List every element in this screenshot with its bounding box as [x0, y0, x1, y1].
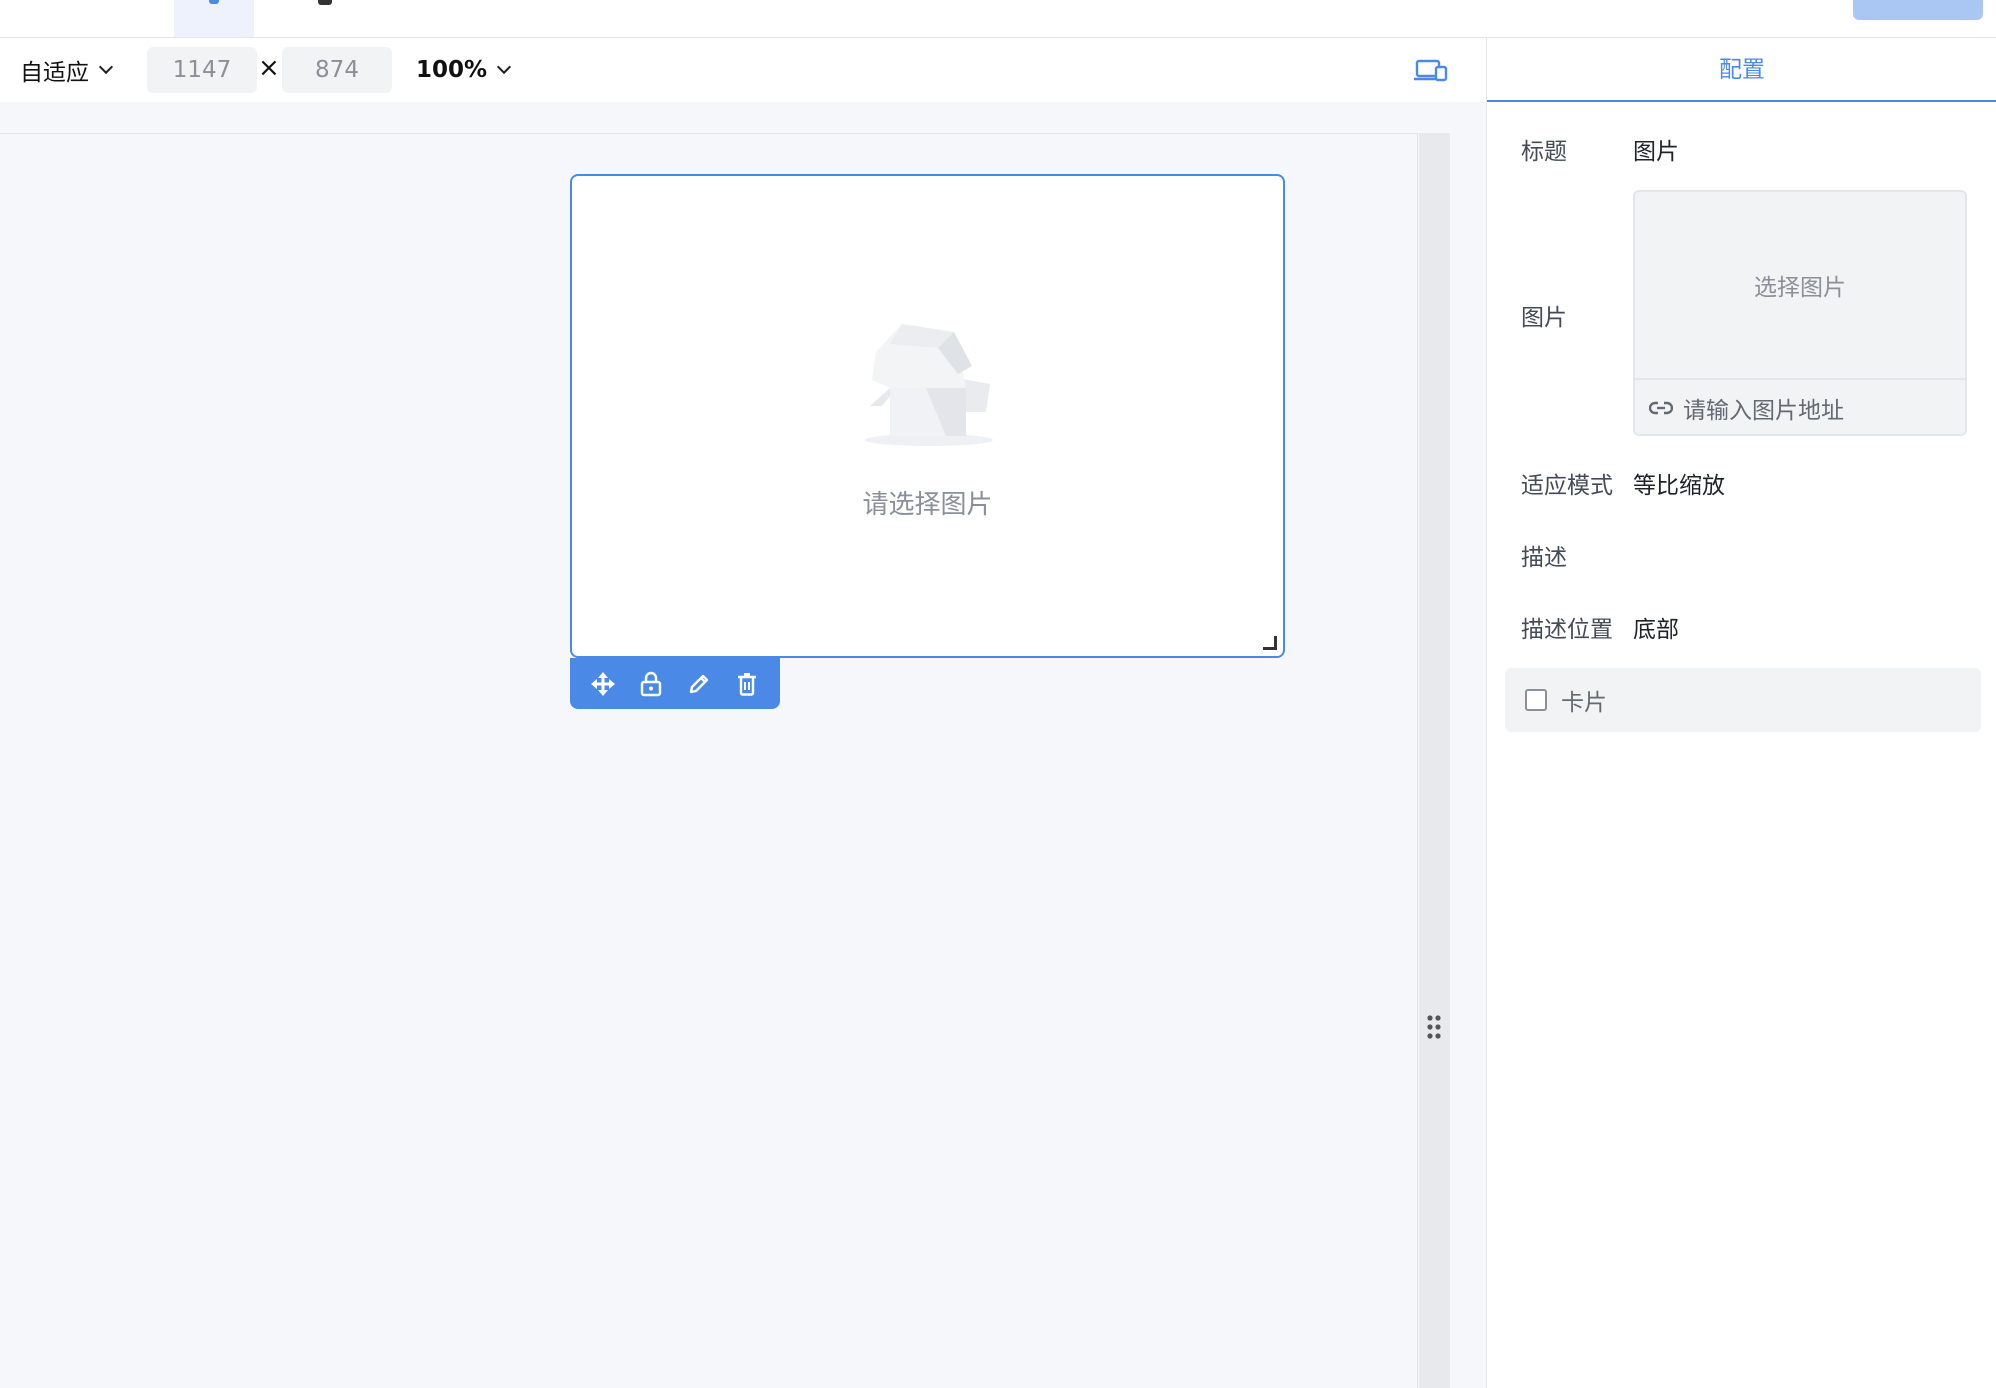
chevron-down-icon [98, 59, 114, 75]
tab-config[interactable]: 配置 [1487, 38, 1996, 102]
title-label: 标题 [1521, 139, 1567, 165]
choose-image-button[interactable]: 选择图片 [1635, 192, 1965, 378]
canvas-width-input[interactable] [147, 47, 257, 93]
image-url-input[interactable]: 请输入图片地址 [1635, 378, 1965, 434]
adapt-label: 自适应 [20, 60, 89, 86]
canvas-height-input[interactable] [282, 47, 392, 93]
image-picker: 选择图片 请输入图片地址 [1633, 190, 1967, 436]
publish-button[interactable] [1853, 0, 1983, 20]
chevron-down-icon [496, 59, 512, 75]
design-canvas[interactable]: 请选择图片 [0, 102, 1486, 1388]
description-position-select[interactable]: 底部 [1633, 610, 1679, 644]
times-symbol: × [258, 53, 280, 83]
image-label: 图片 [1521, 305, 1567, 331]
zoom-dropdown[interactable]: 100% [416, 55, 512, 85]
card-label: 卡片 [1561, 690, 1607, 716]
image-url-placeholder: 请输入图片地址 [1683, 398, 1844, 424]
title-value[interactable]: 图片 [1633, 132, 1679, 166]
lock-icon[interactable] [638, 671, 664, 697]
description-position-label: 描述位置 [1521, 617, 1613, 643]
tab-indicator-icon [209, 0, 219, 4]
card-checkbox[interactable] [1525, 689, 1547, 711]
config-panel: 配置 标题 图片 图片 选择图片 请输入图片地址 适应模式 等比缩放 描述 描述… [1486, 38, 1996, 1388]
choose-image-label: 选择图片 [1754, 275, 1846, 301]
widget-action-toolbar [570, 658, 780, 709]
canvas-toolbar: 自适应 × 100% [0, 38, 1486, 102]
empty-box-icon [862, 316, 996, 448]
header-tab-active[interactable] [174, 0, 254, 37]
fit-mode-label: 适应模式 [1521, 473, 1613, 499]
zoom-label: 100% [416, 57, 488, 83]
card-option[interactable]: 卡片 [1505, 668, 1981, 732]
image-widget[interactable]: 请选择图片 [570, 174, 1285, 658]
link-icon [1649, 401, 1673, 415]
header-tab-icon[interactable] [318, 0, 332, 5]
resize-handle-icon[interactable] [1263, 636, 1277, 650]
move-icon[interactable] [590, 671, 616, 697]
canvas-scrollbar[interactable] [1419, 133, 1450, 1388]
top-header [0, 0, 1996, 38]
device-preview-icon[interactable] [1414, 58, 1448, 84]
fit-mode-select[interactable]: 等比缩放 [1633, 466, 1725, 500]
adapt-dropdown[interactable]: 自适应 [20, 55, 114, 86]
delete-icon[interactable] [734, 671, 760, 697]
description-label: 描述 [1521, 545, 1567, 571]
edit-icon[interactable] [686, 671, 712, 697]
drag-handle-icon[interactable] [1426, 1014, 1442, 1040]
placeholder-text: 请选择图片 [862, 490, 993, 520]
